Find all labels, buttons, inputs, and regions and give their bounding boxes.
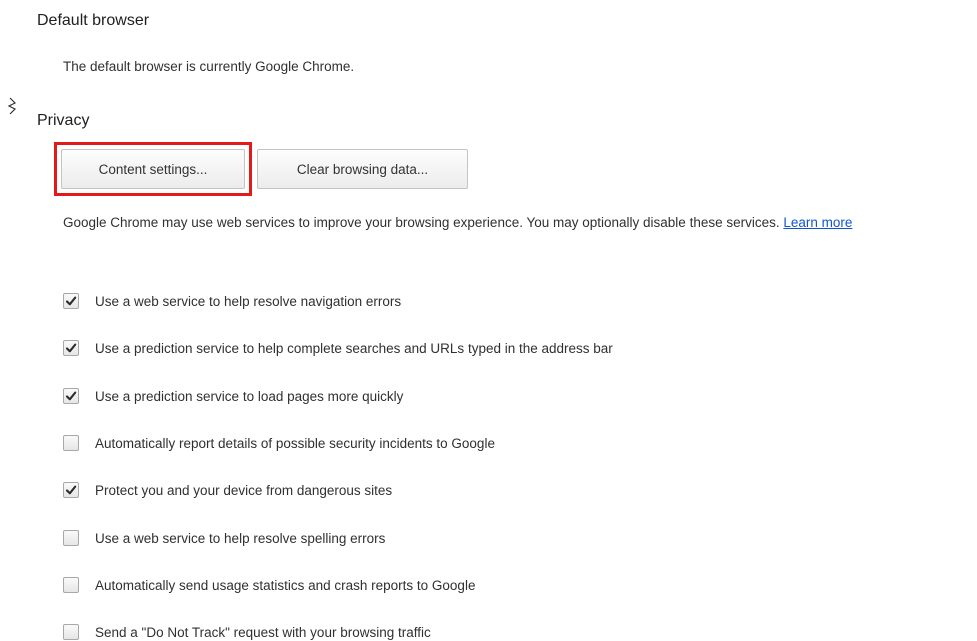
privacy-option-label: Use a web service to help resolve spelli… [95,530,386,546]
privacy-description-text: Google Chrome may use web services to im… [63,215,780,230]
checkbox-checked[interactable] [63,340,79,356]
privacy-option-label: Automatically send usage statistics and … [95,577,476,593]
checkbox-checked[interactable] [63,388,79,404]
content-settings-button[interactable]: Content settings... [61,149,245,189]
privacy-heading: Privacy [37,112,90,129]
privacy-option[interactable]: Protect you and your device from dangero… [63,479,392,501]
cursor-icon [6,95,18,117]
privacy-option[interactable]: Use a prediction service to load pages m… [63,385,403,407]
default-browser-status: The default browser is currently Google … [63,59,355,74]
privacy-option-label: Use a prediction service to help complet… [95,340,613,356]
privacy-option[interactable]: Use a web service to help resolve naviga… [63,290,401,312]
privacy-option[interactable]: Automatically send usage statistics and … [63,574,475,596]
checkbox-unchecked[interactable] [63,435,79,451]
checkbox-unchecked[interactable] [63,624,79,640]
checkmark-icon [65,296,77,306]
default-browser-heading: Default browser [37,12,150,29]
checkbox-unchecked[interactable] [63,577,79,593]
checkmark-icon [65,343,77,353]
privacy-option[interactable]: Send a "Do Not Track" request with your … [63,621,431,641]
privacy-option[interactable]: Automatically report details of possible… [63,432,495,454]
checkbox-checked[interactable] [63,482,79,498]
checkbox-checked[interactable] [63,293,79,309]
checkbox-unchecked[interactable] [63,530,79,546]
privacy-option-label: Send a "Do Not Track" request with your … [95,624,431,640]
privacy-option[interactable]: Use a prediction service to help complet… [63,337,613,359]
privacy-option-label: Use a prediction service to load pages m… [95,388,404,404]
settings-page: Default browser The default browser is c… [0,0,977,641]
privacy-option-label: Automatically report details of possible… [95,435,495,451]
privacy-option[interactable]: Use a web service to help resolve spelli… [63,527,385,549]
checkmark-icon [65,485,77,495]
learn-more-link[interactable]: Learn more [783,215,852,230]
privacy-description: Google Chrome may use web services to im… [63,205,975,241]
privacy-option-label: Protect you and your device from dangero… [95,482,393,498]
checkmark-icon [65,391,77,401]
clear-browsing-data-button[interactable]: Clear browsing data... [257,149,468,189]
privacy-option-label: Use a web service to help resolve naviga… [95,293,402,309]
